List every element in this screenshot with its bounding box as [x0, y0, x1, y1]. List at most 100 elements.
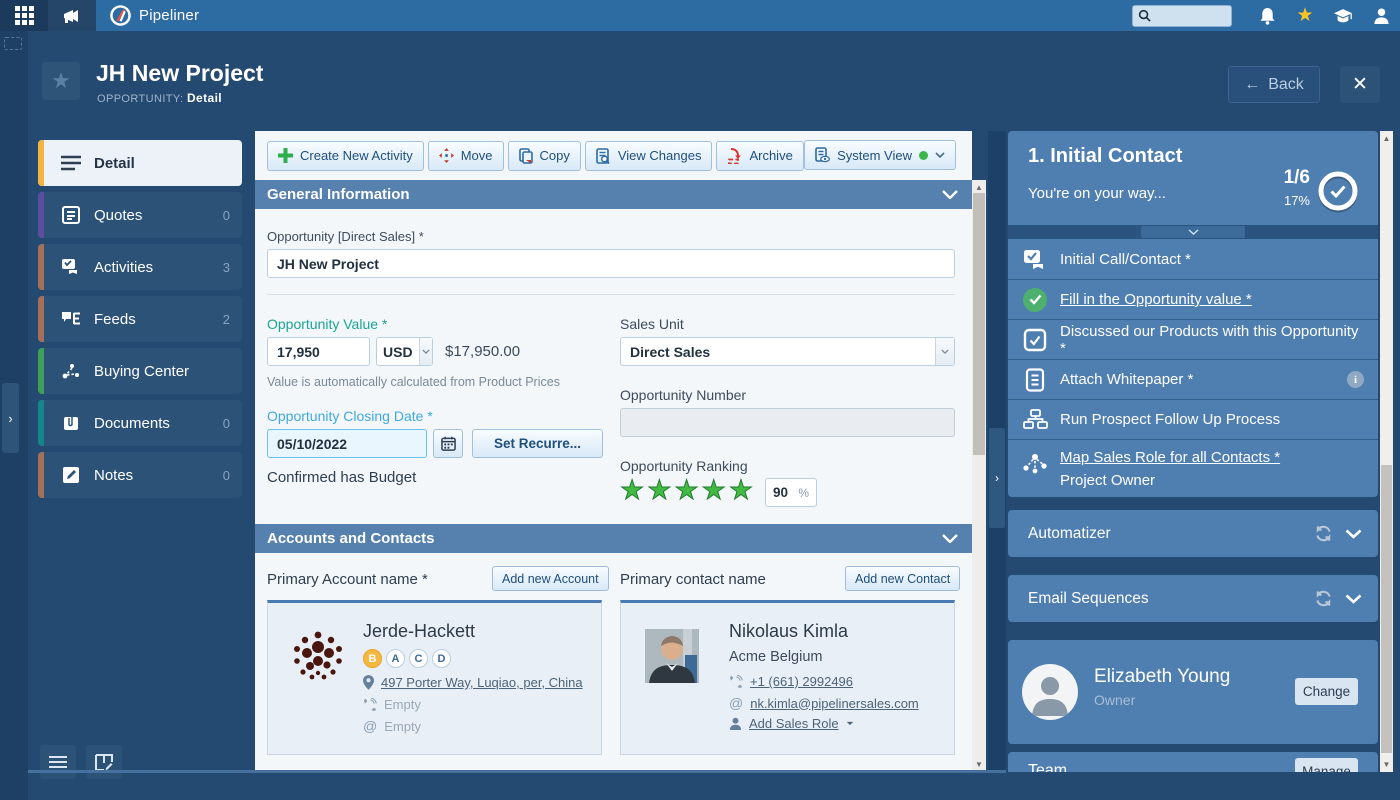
manage-team-button[interactable]: Manage	[1295, 758, 1358, 772]
megaphone-icon	[62, 8, 82, 24]
feeds-icon	[60, 311, 82, 327]
copy-icon	[519, 148, 533, 164]
account-phone-value: Empty	[384, 697, 421, 712]
account-address-link[interactable]: 497 Porter Way, Luqiao, per, China	[381, 675, 583, 690]
app-grid-button[interactable]	[0, 0, 48, 31]
refresh-icon[interactable]	[1314, 524, 1333, 543]
page-title: JH New Project	[96, 60, 263, 87]
star-icon[interactable]: ★	[620, 477, 644, 504]
opportunity-name-input[interactable]	[267, 249, 955, 278]
owner-avatar	[1022, 664, 1078, 720]
star-icon[interactable]: ★	[647, 477, 671, 504]
star-icon[interactable]: ★	[702, 477, 726, 504]
owner-name: Elizabeth Young	[1094, 666, 1230, 688]
change-owner-button[interactable]: Change	[1295, 678, 1358, 705]
currency-select[interactable]: USD	[376, 337, 433, 366]
task-run-prospect-process[interactable]: Run Prospect Follow Up Process	[1008, 399, 1378, 439]
contact-phone-link[interactable]: +1 (661) 2992496	[750, 674, 853, 689]
brand[interactable]: Pipeliner	[110, 5, 199, 26]
view-selector-button[interactable]: System View	[804, 140, 956, 170]
learning-button[interactable]	[1324, 0, 1362, 31]
copy-button[interactable]: Copy	[508, 141, 581, 171]
email-sequences-panel[interactable]: Email Sequences	[1008, 575, 1378, 622]
ranking-percent-input[interactable]: 90 %	[765, 478, 817, 507]
add-sales-role-link[interactable]: Add Sales Role	[749, 716, 839, 731]
collapse-panel-handle[interactable]: ›	[989, 428, 1005, 528]
contact-email-link[interactable]: nk.kimla@pipelinersales.com	[750, 696, 919, 711]
collapse-section-icon[interactable]	[942, 534, 958, 543]
primary-contact-card[interactable]: Nikolaus Kimla Acme Belgium +1 (661) 299…	[620, 600, 955, 755]
contact-sales-role-row: Add Sales Role	[729, 716, 854, 731]
confirmed-budget-label: Confirmed has Budget	[267, 469, 416, 486]
move-icon	[439, 148, 454, 163]
main-scrollbar-thumb[interactable]	[973, 193, 985, 455]
closing-date-input[interactable]: 05/10/2022	[267, 429, 427, 458]
expand-panel-icon[interactable]	[1345, 529, 1362, 539]
announcements-button[interactable]	[48, 0, 96, 31]
close-button[interactable]: ✕	[1340, 66, 1380, 103]
task-fill-opportunity-value[interactable]: Fill in the Opportunity value *	[1008, 279, 1378, 319]
expand-panel-icon[interactable]	[1345, 594, 1362, 604]
chevron-down-icon	[935, 152, 945, 158]
phone-icon	[729, 675, 743, 688]
tab-documents[interactable]: Documents 0	[38, 400, 242, 446]
add-new-contact-button[interactable]: Add new Contact	[845, 566, 960, 591]
tab-notes[interactable]: Notes 0	[38, 452, 242, 498]
primary-account-label: Primary Account name *	[267, 571, 428, 588]
move-button[interactable]: Move	[428, 141, 504, 171]
opportunity-value-input[interactable]	[267, 337, 370, 366]
tab-feeds[interactable]: Feeds 2	[38, 296, 242, 342]
rating-b-selected[interactable]: B	[363, 649, 382, 668]
expand-nav-handle[interactable]: ›	[2, 383, 19, 453]
panel-scrollbar[interactable]: ▲ ▼	[1380, 131, 1393, 772]
profile-button[interactable]	[1362, 0, 1400, 31]
info-icon[interactable]: i	[1347, 371, 1364, 388]
primary-account-card[interactable]: Jerde-Hackett 0 A B C D 497 Porter Way, …	[267, 600, 602, 755]
step-progress-percent: 17%	[1274, 193, 1310, 208]
rating-a[interactable]: A	[386, 649, 405, 668]
collapse-tasks-button[interactable]	[1141, 226, 1245, 238]
rating-c[interactable]: C	[409, 649, 428, 668]
account-address-row: 497 Porter Way, Luqiao, per, China	[363, 675, 583, 690]
tab-buying-center[interactable]: Buying Center	[38, 348, 242, 394]
notes-icon	[60, 466, 82, 484]
panel-scrollbar-thumb[interactable]	[1381, 465, 1392, 753]
global-search[interactable]	[1132, 5, 1232, 27]
task-initial-call[interactable]: Initial Call/Contact *	[1008, 239, 1378, 279]
task-attach-whitepaper[interactable]: Attach Whitepaper * i	[1008, 359, 1378, 399]
main-scrollbar[interactable]: ▲ ▼	[972, 180, 986, 772]
calendar-button[interactable]	[433, 429, 463, 458]
star-icon[interactable]: ★	[674, 477, 698, 504]
collapse-section-icon[interactable]	[942, 190, 958, 199]
search-input[interactable]	[1151, 9, 1225, 23]
set-recurrence-button[interactable]: Set Recurre...	[472, 429, 603, 458]
refresh-icon[interactable]	[1314, 589, 1333, 608]
star-icon[interactable]: ★	[729, 477, 753, 504]
tab-activities[interactable]: Activities 3	[38, 244, 242, 290]
task-discussed-products[interactable]: Discussed our Products with this Opportu…	[1008, 319, 1378, 359]
account-email-row: @ Empty	[363, 718, 421, 734]
list-view-button[interactable]	[40, 745, 76, 779]
mini-window-icon[interactable]	[4, 37, 22, 50]
favorites-button[interactable]: ★	[1286, 0, 1324, 31]
buying-center-icon	[60, 362, 82, 380]
record-star-icon: ★	[51, 68, 71, 94]
phone-icon	[363, 698, 377, 711]
tab-quotes[interactable]: Quotes 0	[38, 192, 242, 238]
task-map-sales-role[interactable]: Map Sales Role for all Contacts * Projec…	[1008, 439, 1378, 497]
rating-d[interactable]: D	[432, 649, 451, 668]
customize-layout-button[interactable]	[86, 745, 122, 779]
view-changes-button[interactable]: View Changes	[585, 141, 713, 171]
automatizer-panel[interactable]: Automatizer	[1008, 510, 1378, 557]
section-accounts-contacts: Accounts and Contacts	[255, 524, 972, 553]
tab-detail[interactable]: Detail	[38, 140, 242, 186]
notifications-button[interactable]	[1248, 0, 1286, 31]
add-new-account-button[interactable]: Add new Account	[492, 566, 609, 591]
chevron-right-icon: ›	[8, 411, 12, 426]
create-new-activity-button[interactable]: Create New Activity	[267, 141, 424, 171]
archive-icon	[727, 148, 742, 164]
back-button[interactable]: ← Back	[1228, 66, 1320, 103]
favorite-record-button[interactable]: ★	[42, 62, 80, 100]
sales-unit-select[interactable]: Direct Sales	[620, 337, 955, 366]
archive-button[interactable]: Archive	[716, 141, 803, 171]
